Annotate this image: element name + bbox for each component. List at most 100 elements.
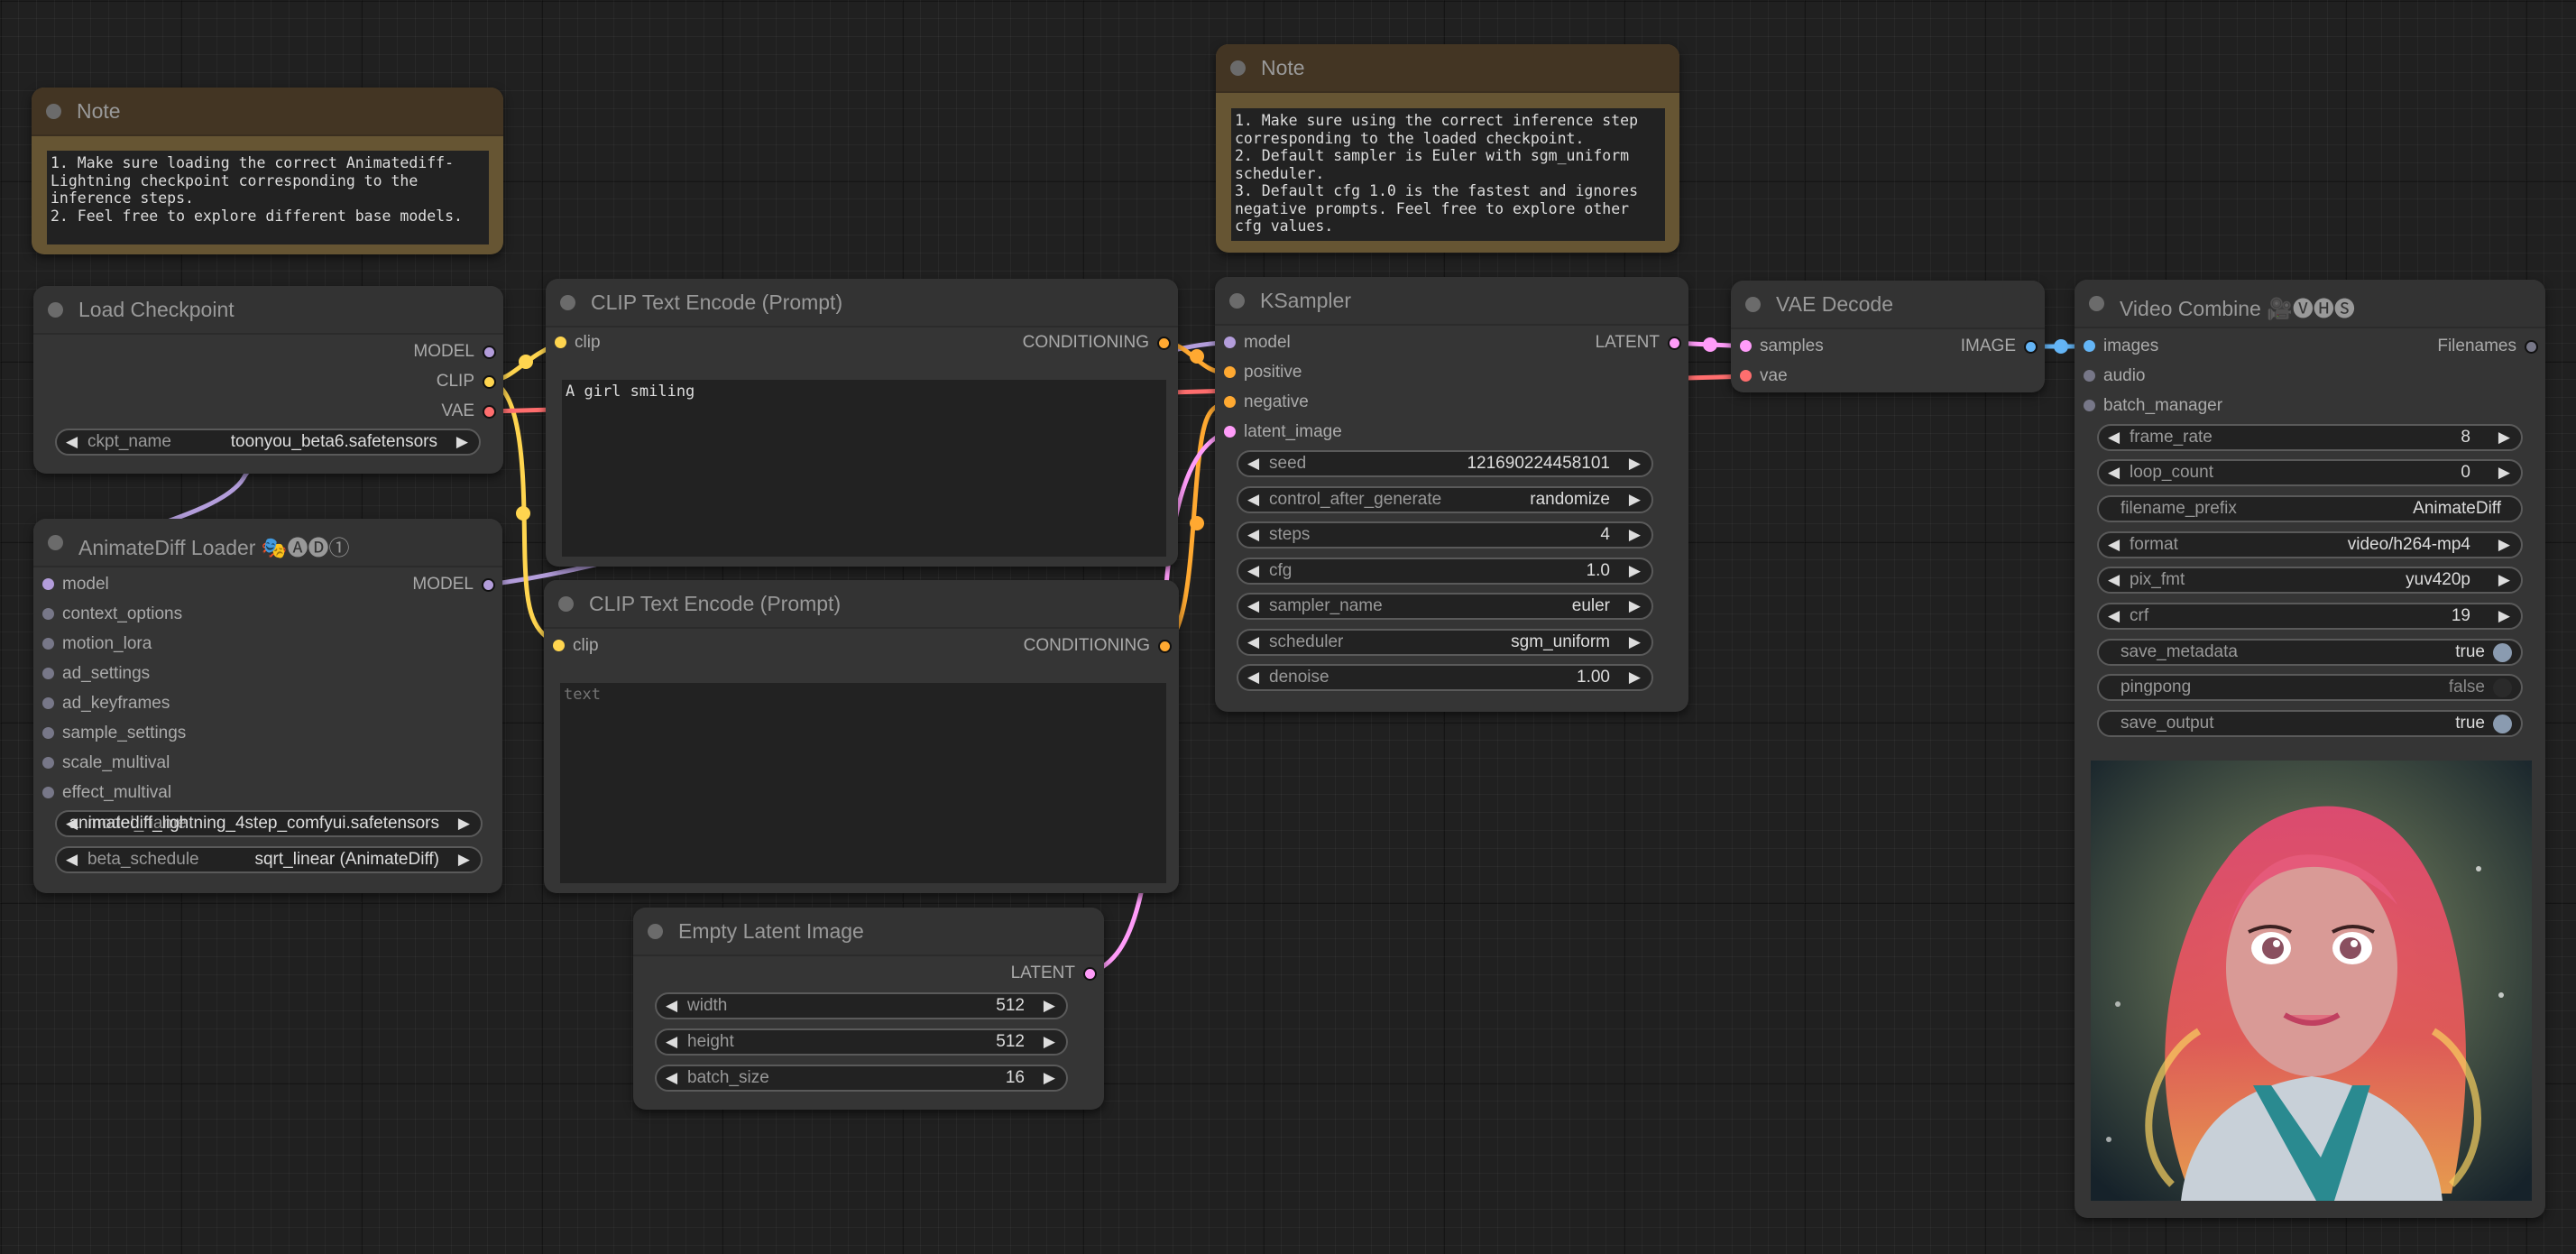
latent-input-pin[interactable] <box>1740 340 1752 352</box>
latent-output-pin[interactable] <box>1083 967 1097 981</box>
arrow-left-icon[interactable]: ◀ <box>1247 488 1259 512</box>
arrow-left-icon[interactable]: ◀ <box>66 848 78 871</box>
output-conditioning[interactable]: CONDITIONING <box>1024 634 1179 658</box>
save-metadata-toggle[interactable]: save_metadata true <box>2097 639 2523 666</box>
input-scale-multival[interactable]: scale_multival <box>33 751 170 775</box>
input-positive[interactable]: positive <box>1215 361 1302 384</box>
model-input-pin[interactable] <box>1224 337 1236 348</box>
collapse-dot-icon[interactable] <box>560 295 575 310</box>
collapse-dot-icon[interactable] <box>2089 296 2104 311</box>
arrow-left-icon[interactable]: ◀ <box>666 1066 677 1090</box>
collapse-dot-icon[interactable] <box>48 535 63 550</box>
note-text[interactable]: 1. Make sure loading the correct Animate… <box>47 151 489 244</box>
input-samples[interactable]: samples <box>1731 335 1824 358</box>
node-header[interactable]: Note <box>32 88 503 136</box>
output-clip[interactable]: CLIP <box>437 370 503 393</box>
animatediff-loader-node[interactable]: AnimateDiff Loader 🎭🅐🅓① model context_op… <box>33 519 502 893</box>
arrow-right-icon[interactable]: ▶ <box>2498 533 2510 557</box>
arrow-right-icon[interactable]: ▶ <box>1629 631 1641 654</box>
collapse-dot-icon[interactable] <box>1745 297 1761 312</box>
arrow-left-icon[interactable]: ◀ <box>1247 631 1259 654</box>
frame-rate-widget[interactable]: ◀ frame_rate 8 ▶ <box>2097 424 2523 451</box>
model-input-pin[interactable] <box>42 578 54 590</box>
input-ad-settings[interactable]: ad_settings <box>33 662 150 686</box>
output-latent[interactable]: LATENT <box>1011 962 1104 985</box>
arrow-right-icon[interactable]: ▶ <box>1629 559 1641 583</box>
input-pin[interactable] <box>2084 400 2095 411</box>
empty-latent-image-node[interactable]: Empty Latent Image LATENT ◀ width 512 ▶ ◀ he… <box>633 908 1104 1110</box>
conditioning-output-pin[interactable] <box>1158 640 1172 653</box>
clip-output-pin[interactable] <box>483 375 496 389</box>
image-output-pin[interactable] <box>2024 340 2038 354</box>
input-pin[interactable] <box>42 638 54 650</box>
node-header[interactable]: CLIP Text Encode (Prompt) <box>544 580 1179 629</box>
toggle-knob-on[interactable] <box>2493 715 2512 733</box>
arrow-right-icon[interactable]: ▶ <box>458 812 470 835</box>
input-pin[interactable] <box>42 697 54 709</box>
ckpt-name-combo[interactable]: ◀ ckpt_name toonyou_beta6.safetensors ▶ <box>55 429 481 456</box>
input-pin[interactable] <box>42 757 54 769</box>
input-audio[interactable]: audio <box>2075 364 2146 388</box>
output-latent[interactable]: LATENT <box>1596 331 1688 355</box>
vae-decode-node[interactable]: VAE Decode samples vae IMAGE <box>1731 281 2045 392</box>
note-node-sampler[interactable]: Note 1. Make sure using the correct infe… <box>1216 44 1679 253</box>
model-output-pin[interactable] <box>483 346 496 359</box>
conditioning-input-pin[interactable] <box>1224 396 1236 408</box>
crf-widget[interactable]: ◀ crf 19 ▶ <box>2097 603 2523 630</box>
arrow-left-icon[interactable]: ◀ <box>666 1030 677 1054</box>
arrow-left-icon[interactable]: ◀ <box>2108 461 2120 484</box>
model-output-pin[interactable] <box>482 578 495 592</box>
collapse-dot-icon[interactable] <box>1230 60 1246 76</box>
filename-prefix-input[interactable]: filename_prefix AnimateDiff <box>2097 495 2523 522</box>
arrow-right-icon[interactable]: ▶ <box>1044 1030 1055 1054</box>
input-model[interactable]: model <box>33 573 109 596</box>
control-after-generate-widget[interactable]: ◀ control_after_generate randomize ▶ <box>1237 486 1653 513</box>
collapse-dot-icon[interactable] <box>46 104 61 119</box>
arrow-right-icon[interactable]: ▶ <box>1629 488 1641 512</box>
node-header[interactable]: KSampler <box>1215 277 1688 326</box>
pix-fmt-widget[interactable]: ◀ pix_fmt yuv420p ▶ <box>2097 567 2523 594</box>
arrow-right-icon[interactable]: ▶ <box>1629 452 1641 475</box>
loop-count-widget[interactable]: ◀ loop_count 0 ▶ <box>2097 459 2523 486</box>
arrow-right-icon[interactable]: ▶ <box>458 848 470 871</box>
arrow-left-icon[interactable]: ◀ <box>2108 533 2120 557</box>
clip-text-encode-positive-node[interactable]: CLIP Text Encode (Prompt) clip CONDITION… <box>546 279 1178 567</box>
arrow-right-icon[interactable]: ▶ <box>2498 461 2510 484</box>
collapse-dot-icon[interactable] <box>648 924 663 939</box>
output-image[interactable]: IMAGE <box>1961 335 2045 358</box>
arrow-right-icon[interactable]: ▶ <box>2498 426 2510 449</box>
arrow-left-icon[interactable]: ◀ <box>2108 426 2120 449</box>
clip-text-encode-negative-node[interactable]: CLIP Text Encode (Prompt) clip CONDITION… <box>544 580 1179 893</box>
pingpong-toggle[interactable]: pingpong false <box>2097 674 2523 701</box>
arrow-right-icon[interactable]: ▶ <box>1044 994 1055 1018</box>
vae-output-pin[interactable] <box>483 405 496 419</box>
ksampler-node[interactable]: KSampler model positive negative latent_… <box>1215 277 1688 712</box>
input-clip[interactable]: clip <box>544 634 599 658</box>
steps-widget[interactable]: ◀ steps 4 ▶ <box>1237 521 1653 549</box>
height-number-widget[interactable]: ◀ height 512 ▶ <box>655 1028 1068 1056</box>
arrow-right-icon[interactable]: ▶ <box>1629 523 1641 547</box>
arrow-left-icon[interactable]: ◀ <box>1247 595 1259 618</box>
latent-input-pin[interactable] <box>1224 426 1236 438</box>
toggle-knob-on[interactable] <box>2493 643 2512 662</box>
node-header[interactable]: Empty Latent Image <box>633 908 1104 956</box>
arrow-right-icon[interactable]: ▶ <box>1629 666 1641 689</box>
denoise-widget[interactable]: ◀ denoise 1.00 ▶ <box>1237 664 1653 691</box>
model-name-combo[interactable]: ◀ model_name animatediff_lightning_4step… <box>55 810 483 837</box>
note-node-checkpoint[interactable]: Note 1. Make sure loading the correct An… <box>32 88 503 254</box>
width-number-widget[interactable]: ◀ width 512 ▶ <box>655 992 1068 1019</box>
input-pin[interactable] <box>42 787 54 798</box>
output-filenames[interactable]: Filenames <box>2437 335 2545 358</box>
arrow-right-icon[interactable]: ▶ <box>1629 595 1641 618</box>
video-preview[interactable] <box>2091 761 2532 1201</box>
output-vae[interactable]: VAE <box>441 400 503 423</box>
image-input-pin[interactable] <box>2084 340 2095 352</box>
input-negative[interactable]: negative <box>1215 391 1309 414</box>
arrow-left-icon[interactable]: ◀ <box>666 994 677 1018</box>
input-pin[interactable] <box>42 727 54 739</box>
format-widget[interactable]: ◀ format video/h264-mp4 ▶ <box>2097 531 2523 558</box>
arrow-right-icon[interactable]: ▶ <box>2498 568 2510 592</box>
arrow-right-icon[interactable]: ▶ <box>1044 1066 1055 1090</box>
input-model[interactable]: model <box>1215 331 1291 355</box>
beta-schedule-combo[interactable]: ◀ beta_schedule sqrt_linear (AnimateDiff… <box>55 846 483 873</box>
